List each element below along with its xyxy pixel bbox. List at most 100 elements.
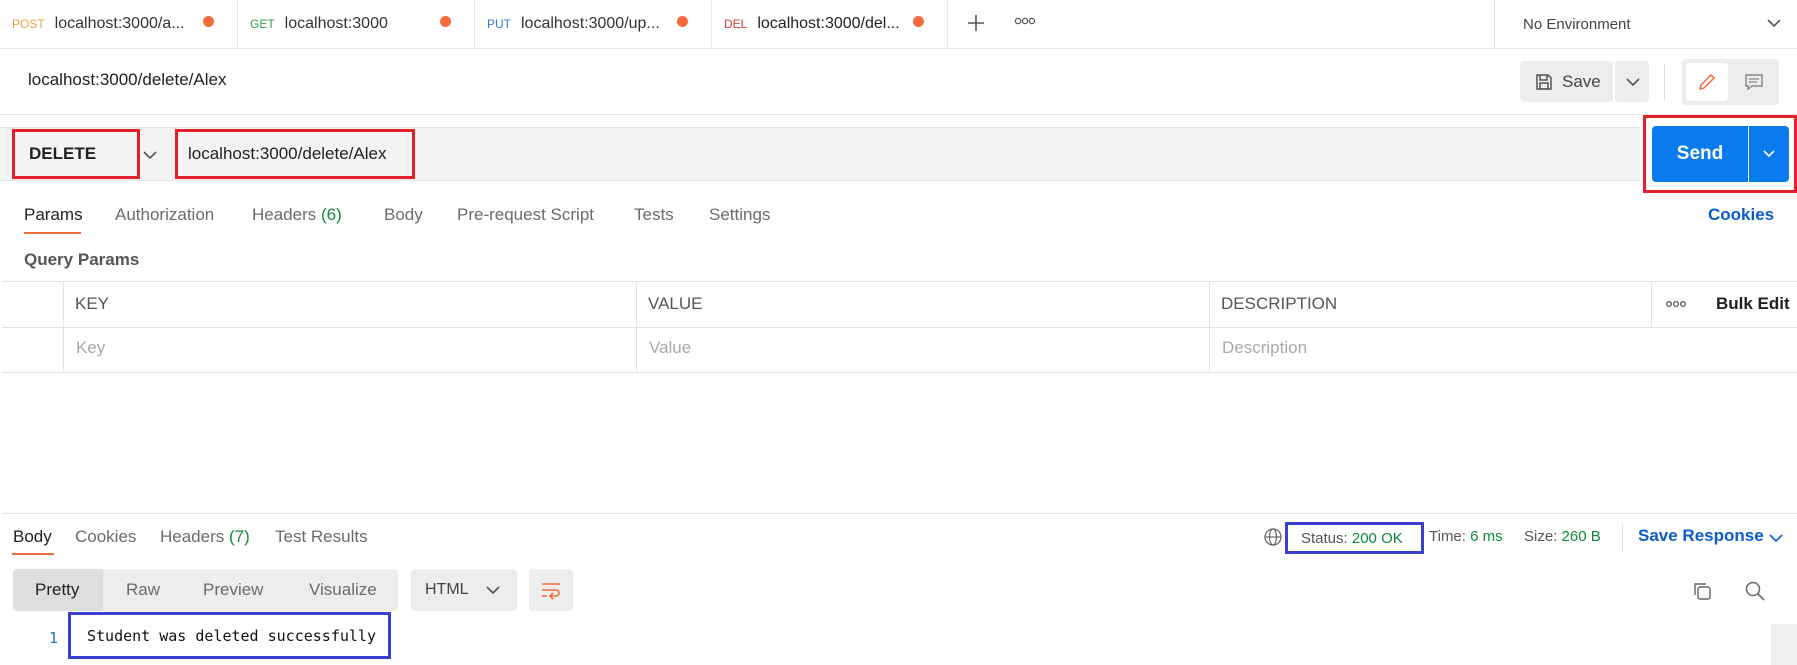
wrap-lines-icon	[542, 583, 560, 600]
column-options-icon[interactable]	[1665, 299, 1687, 309]
format-select[interactable]: HTML	[411, 569, 517, 611]
line-number: 1	[49, 629, 59, 647]
divider	[1664, 64, 1665, 100]
send-label: Send	[1676, 143, 1724, 164]
bulk-edit-button[interactable]: Bulk Edit	[1716, 294, 1790, 314]
response-time[interactable]: Time: 6 ms	[1429, 528, 1503, 545]
divider	[0, 114, 1797, 115]
unsaved-dot-icon	[913, 16, 924, 27]
save-button[interactable]: Save	[1520, 61, 1613, 102]
response-body[interactable]: Student was deleted successfully	[68, 612, 391, 659]
time-value: 6 ms	[1470, 528, 1503, 545]
save-options-button[interactable]	[1615, 61, 1649, 102]
tab-authorization[interactable]: Authorization	[115, 205, 214, 225]
copy-icon[interactable]	[1691, 580, 1713, 602]
unsaved-dot-icon	[440, 16, 451, 27]
status-badge[interactable]: Status: 200 OK	[1285, 522, 1424, 554]
comments-button[interactable]	[1733, 63, 1775, 101]
tab-method: POST	[12, 17, 45, 31]
response-tab-headers[interactable]: Headers (7)	[160, 527, 250, 547]
view-pretty[interactable]: Pretty	[35, 580, 79, 600]
tab-url: localhost:3000/del...	[757, 15, 900, 32]
time-label: Time:	[1429, 528, 1466, 545]
query-params-heading: Query Params	[24, 250, 140, 269]
request-title[interactable]: localhost:3000/delete/Alex	[28, 70, 226, 90]
tab-url: localhost:3000	[284, 15, 388, 32]
tab-method: GET	[250, 17, 275, 31]
view-mode-toggle	[1682, 59, 1779, 105]
unsaved-dot-icon	[677, 16, 688, 27]
active-tab-indicator	[24, 232, 81, 234]
table-column-divider	[63, 281, 64, 373]
table-row-divider	[2, 327, 1797, 328]
tab-body[interactable]: Body	[384, 205, 423, 225]
response-tab-cookies[interactable]: Cookies	[75, 527, 136, 547]
response-tab-test-results[interactable]: Test Results	[275, 527, 368, 547]
tab-headers-label: Headers	[252, 205, 317, 224]
environment-select[interactable]: No Environment	[1494, 0, 1797, 48]
tab-settings[interactable]: Settings	[709, 205, 770, 225]
status-value: 200 OK	[1351, 529, 1403, 547]
view-raw[interactable]: Raw	[126, 580, 160, 600]
chevron-down-icon[interactable]	[1768, 530, 1784, 546]
response-size[interactable]: Size: 260 B	[1524, 528, 1601, 545]
tab-get[interactable]: GET localhost:3000	[238, 0, 475, 48]
tab-put[interactable]: PUT localhost:3000/up...	[475, 0, 712, 48]
tab-tests[interactable]: Tests	[634, 205, 674, 225]
method-select[interactable]: DELETE	[12, 129, 140, 179]
column-header-description: DESCRIPTION	[1221, 294, 1338, 313]
pencil-icon	[1698, 73, 1716, 91]
view-preview[interactable]: Preview	[203, 580, 263, 600]
tab-params[interactable]: Params	[24, 205, 83, 225]
chevron-down-icon	[1763, 150, 1775, 158]
column-header-value: VALUE	[648, 294, 703, 313]
search-icon[interactable]	[1744, 580, 1766, 602]
response-headers-label: Headers	[160, 527, 225, 546]
column-header-key: KEY	[75, 294, 110, 313]
chevron-down-icon	[1767, 19, 1781, 28]
response-divider	[2, 513, 1797, 514]
view-visualize[interactable]: Visualize	[309, 580, 377, 600]
save-response-button[interactable]: Save Response	[1638, 526, 1764, 546]
new-tab-plus-icon[interactable]	[965, 12, 987, 34]
tab-method: DEL	[724, 17, 748, 31]
chevron-down-icon[interactable]	[142, 147, 158, 163]
tab-delete[interactable]: DEL localhost:3000/del...	[712, 0, 948, 48]
unsaved-dot-icon	[203, 16, 214, 27]
response-headers-count: (7)	[229, 527, 250, 546]
active-tab-indicator	[12, 553, 54, 555]
globe-icon[interactable]	[1263, 527, 1283, 547]
send-options-button[interactable]	[1749, 126, 1789, 182]
more-tabs-icon[interactable]	[1014, 16, 1036, 26]
environment-label: No Environment	[1523, 15, 1631, 33]
tab-url: localhost:3000/up...	[521, 15, 660, 32]
headers-count: (6)	[321, 205, 342, 224]
tab-method: PUT	[487, 17, 511, 31]
table-column-divider	[1651, 281, 1652, 327]
scrollbar[interactable]	[1771, 624, 1797, 665]
value-input[interactable]: Value	[649, 338, 691, 358]
tab-post[interactable]: POST localhost:3000/a...	[0, 0, 238, 48]
status-label: Status:	[1301, 529, 1348, 547]
response-body-text: Student was deleted successfully	[87, 626, 376, 645]
size-label: Size:	[1524, 528, 1558, 545]
description-input[interactable]: Description	[1222, 338, 1307, 358]
send-button[interactable]: Send	[1652, 126, 1748, 182]
chevron-down-icon	[1626, 78, 1640, 87]
wrap-lines-button[interactable]	[529, 569, 573, 611]
size-value: 260 B	[1561, 528, 1601, 545]
chevron-down-icon	[486, 586, 500, 595]
key-input[interactable]: Key	[76, 338, 105, 358]
save-disk-icon	[1536, 73, 1552, 90]
comment-icon	[1745, 74, 1763, 91]
save-label: Save	[1562, 71, 1601, 91]
response-tab-body[interactable]: Body	[13, 527, 52, 547]
tab-prerequest-script[interactable]: Pre-request Script	[457, 205, 594, 225]
tab-headers[interactable]: Headers (6)	[252, 205, 342, 225]
edit-mode-button[interactable]	[1686, 63, 1728, 101]
url-input[interactable]: localhost:3000/delete/Alex	[175, 129, 415, 179]
method-label: DELETE	[29, 144, 97, 163]
tab-url: localhost:3000/a...	[54, 15, 185, 32]
url-text: localhost:3000/delete/Alex	[188, 144, 387, 163]
cookies-link[interactable]: Cookies	[1708, 205, 1774, 225]
